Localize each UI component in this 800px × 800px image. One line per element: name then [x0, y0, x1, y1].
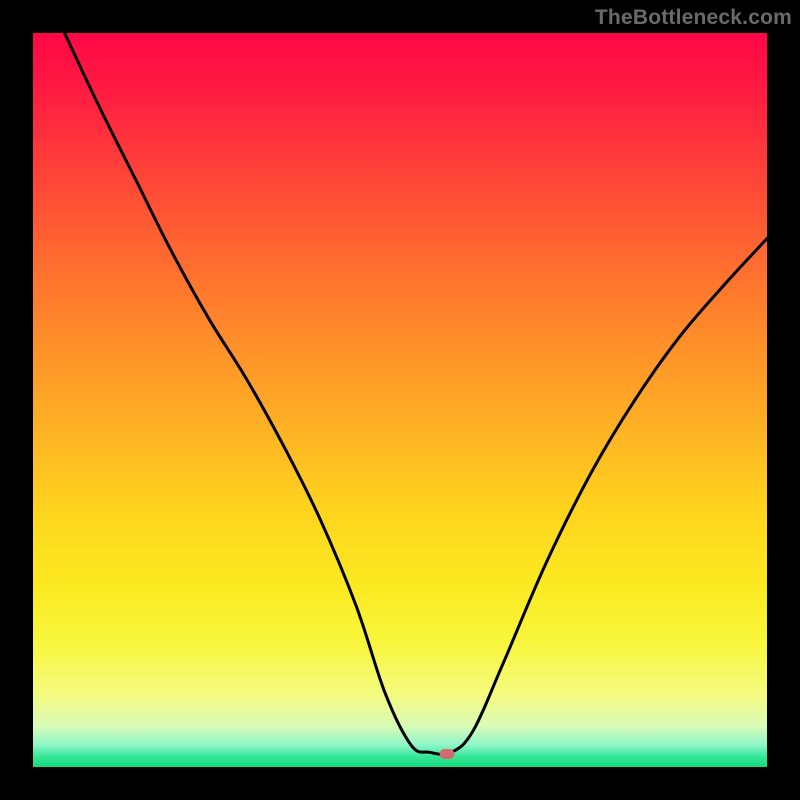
watermark-text: TheBottleneck.com — [595, 6, 792, 30]
optimum-marker — [439, 749, 454, 759]
chart-frame: TheBottleneck.com — [0, 0, 800, 800]
bottleneck-curve — [33, 33, 767, 767]
plot-area — [33, 33, 767, 767]
